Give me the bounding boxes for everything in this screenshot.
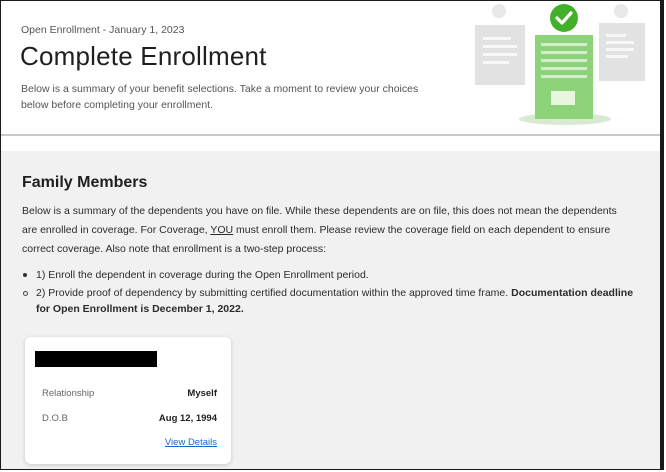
member-card: Relationship Myself D.O.B Aug 12, 1994 V… — [25, 337, 231, 464]
bullet-icon — [23, 291, 28, 296]
dob-value: Aug 12, 1994 — [158, 413, 217, 424]
enrollment-period-label: Open Enrollment - January 1, 2023 — [21, 24, 185, 36]
step-1-text: 1) Enroll the dependent in coverage duri… — [36, 269, 369, 281]
page-title: Complete Enrollment — [20, 41, 267, 71]
relationship-value: Myself — [187, 388, 217, 399]
page-subtitle: Below is a summary of your benefit selec… — [21, 83, 419, 111]
dob-label: D.O.B — [42, 413, 68, 424]
enrollment-header: Open Enrollment - January 1, 2023 Comple… — [1, 1, 660, 135]
intro-emphasis-you: YOU — [210, 224, 234, 236]
list-item: 1) Enroll the dependent in coverage duri… — [22, 267, 642, 283]
step-2-text: 2) Provide proof of dependency by submit… — [36, 287, 512, 299]
documents-checkmark-illustration — [475, 4, 645, 125]
list-item: 2) Provide proof of dependency by submit… — [22, 285, 642, 317]
enrollment-steps-list: 1) Enroll the dependent in coverage duri… — [22, 267, 642, 317]
relationship-label: Relationship — [42, 388, 95, 399]
family-members-intro: Below is a summary of the dependents you… — [22, 202, 622, 259]
family-members-section: Family Members Below is a summary of the… — [1, 151, 660, 469]
family-members-heading: Family Members — [22, 174, 148, 191]
bullet-icon — [23, 273, 27, 277]
member-name-redacted — [35, 351, 157, 367]
app-frame: Open Enrollment - January 1, 2023 Comple… — [0, 0, 664, 470]
section-divider — [1, 134, 660, 136]
view-details-link[interactable]: View Details — [165, 437, 217, 448]
